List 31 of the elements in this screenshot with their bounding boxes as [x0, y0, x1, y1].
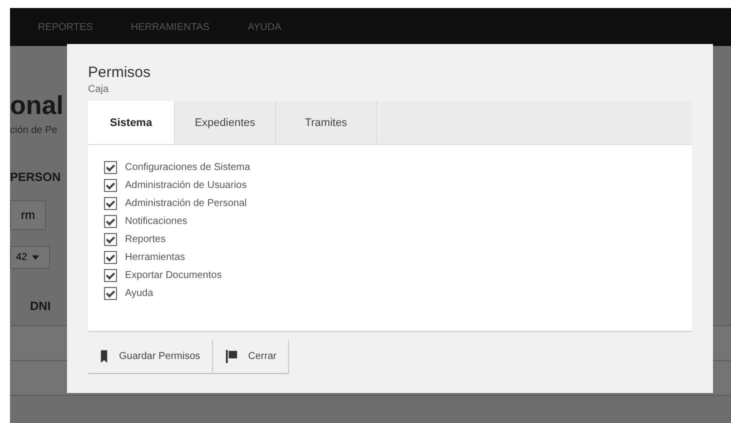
dialog-title: Permisos — [88, 64, 152, 81]
tab[interactable]: Tramites — [276, 101, 377, 144]
checkbox[interactable] — [104, 251, 117, 264]
page-heading: onal — [10, 90, 64, 121]
checkbox[interactable] — [104, 269, 117, 282]
permission-label: Exportar Documentos — [125, 270, 222, 281]
dialog-subtitle: Caja — [88, 84, 110, 95]
checkbox[interactable] — [104, 197, 117, 210]
checkbox[interactable] — [104, 179, 117, 192]
permission-label: Notificaciones — [125, 216, 188, 227]
tab[interactable]: Expedientes — [175, 101, 276, 144]
close-button[interactable]: Cerrar — [213, 340, 290, 374]
toolbar-button[interactable]: rm — [10, 200, 46, 230]
checkbox[interactable] — [104, 287, 117, 300]
checkbox[interactable] — [104, 161, 117, 174]
flag-icon — [225, 350, 238, 363]
bookmark-icon — [100, 350, 109, 363]
permission-label: Ayuda — [125, 288, 154, 299]
column-header: DNI — [30, 299, 51, 313]
page-size-select[interactable]: 42 — [10, 246, 50, 269]
permission-label: Herramientas — [125, 252, 186, 263]
caret-icon — [32, 255, 40, 260]
permission-label: Administración de Usuarios — [125, 180, 247, 191]
permission-label: Reportes — [125, 234, 166, 245]
tab[interactable]: Sistema — [88, 101, 175, 144]
checkbox[interactable] — [104, 233, 117, 246]
save-button[interactable]: Guardar Permisos — [88, 340, 214, 374]
page-subtitle: ción de Pe — [10, 125, 58, 136]
permission-label: Configuraciones de Sistema — [125, 162, 250, 173]
checkbox[interactable] — [104, 215, 117, 228]
permission-label: Administración de Personal — [125, 198, 247, 209]
